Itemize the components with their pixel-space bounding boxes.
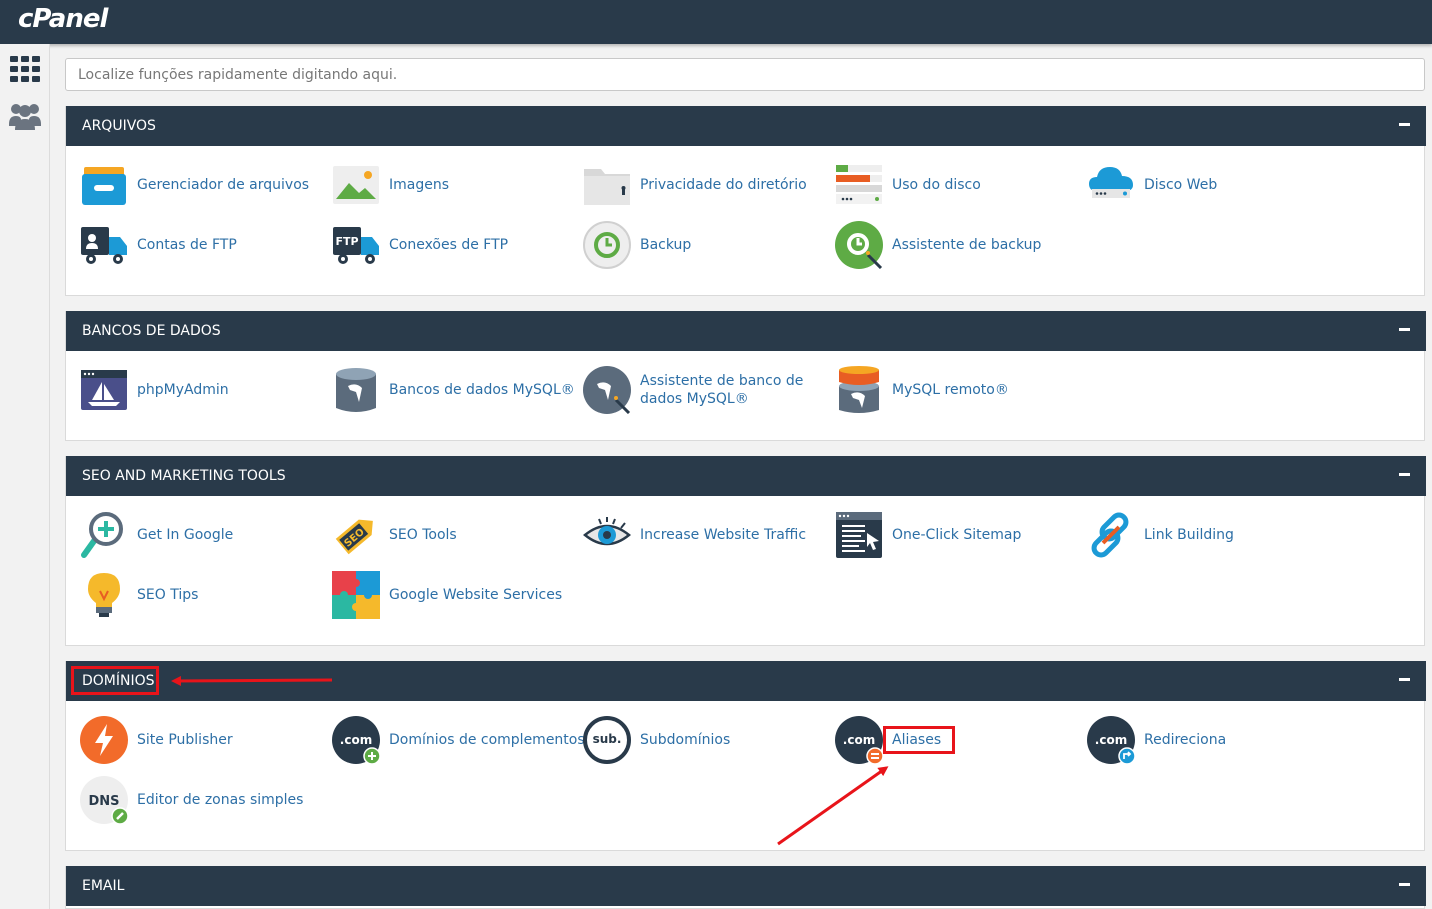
- annotation-arrows: [171, 675, 889, 846]
- arrow-to-aliases: [777, 766, 889, 846]
- arrow-to-domains: [171, 675, 333, 686]
